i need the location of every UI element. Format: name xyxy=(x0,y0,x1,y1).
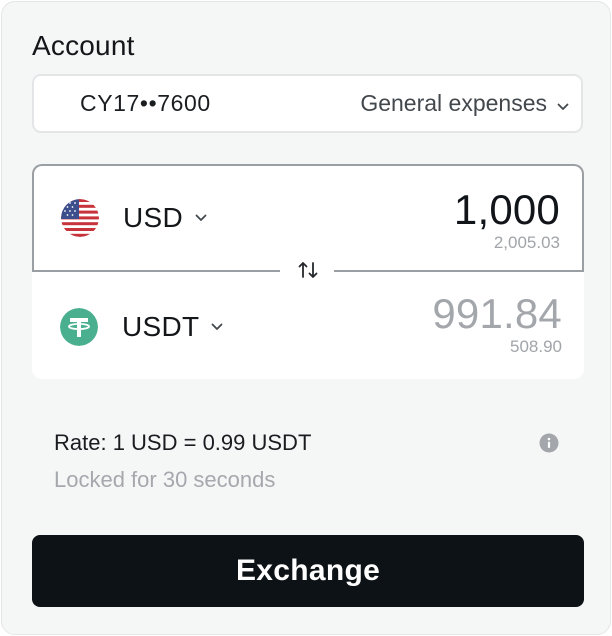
account-number: CY17••7600 xyxy=(80,90,211,116)
exchange-rate: Rate: 1 USD = 0.99 USDT xyxy=(54,430,312,455)
tether-icon xyxy=(60,308,98,346)
account-select[interactable]: CY17••7600 General expenses xyxy=(32,74,583,133)
divider xyxy=(32,270,280,272)
account-name-wrap: General expenses xyxy=(360,90,569,117)
account-title: Account xyxy=(32,30,135,61)
to-amount[interactable]: 991.84 xyxy=(432,290,562,338)
swap-arrows-icon xyxy=(297,260,319,285)
rate-lock-timer: Locked for 30 seconds xyxy=(54,467,276,492)
to-currency-code: USDT xyxy=(122,311,200,342)
divider xyxy=(334,270,584,272)
exchange-panel: USD 1,000 2,005.03 USDT 991.84 508.90 xyxy=(32,164,584,379)
account-name: General expenses xyxy=(360,90,547,116)
chevron-down-icon xyxy=(211,318,223,336)
info-icon[interactable] xyxy=(539,433,559,453)
exchange-button[interactable]: Exchange xyxy=(32,535,584,607)
chevron-down-icon xyxy=(557,90,569,117)
to-balance: 508.90 xyxy=(510,337,562,356)
exchange-card: Account CY17••7600 General expenses USD … xyxy=(1,1,611,635)
from-row[interactable]: USD 1,000 2,005.03 xyxy=(32,164,584,272)
from-currency-code: USD xyxy=(123,202,184,233)
swap-button[interactable] xyxy=(294,260,322,284)
chevron-down-icon xyxy=(195,209,207,227)
us-flag-icon xyxy=(61,199,99,237)
from-amount[interactable]: 1,000 xyxy=(454,186,560,234)
from-currency-select[interactable]: USD xyxy=(61,199,207,237)
from-balance: 2,005.03 xyxy=(493,233,560,252)
to-currency-select[interactable]: USDT xyxy=(60,308,223,346)
